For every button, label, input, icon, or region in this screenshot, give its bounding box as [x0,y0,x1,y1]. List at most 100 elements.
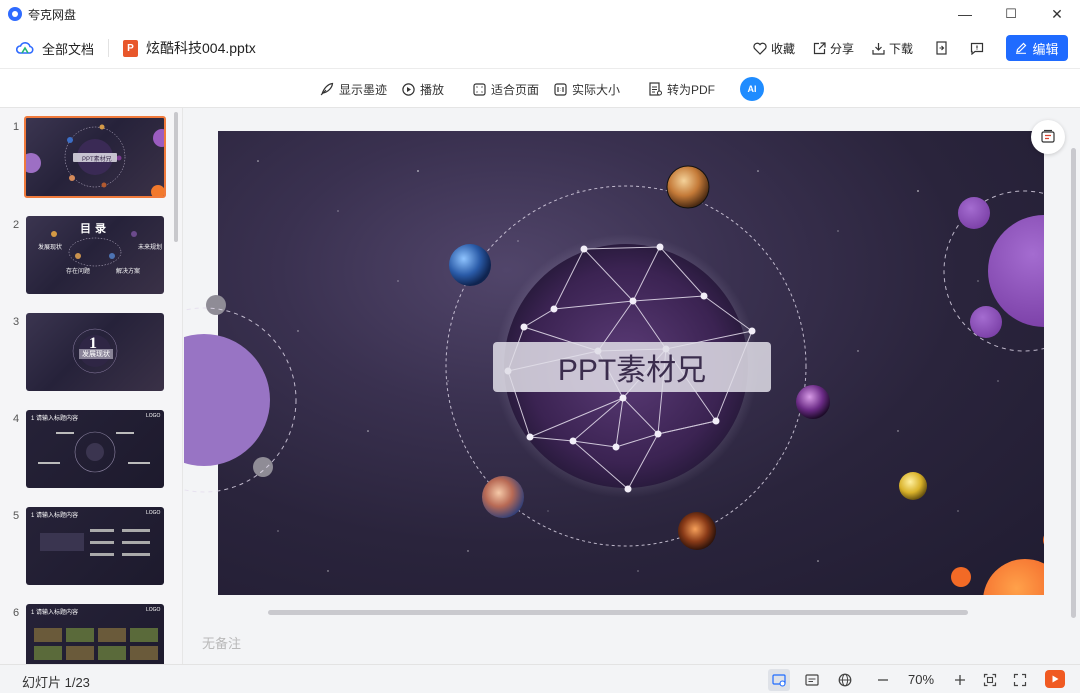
normal-view-button[interactable] [768,669,790,691]
file-name: 炫酷科技004.pptx [146,40,256,56]
thumbnail-preview[interactable]: 1 发展现状 [26,313,164,391]
status-bar: 幻灯片 1/23 70% [0,664,1080,693]
view-toolbar: 显示墨迹 播放 适合页面 实际大小 转为PDF AI [0,68,1080,108]
notes-icon [805,674,819,686]
thumbnail-preview[interactable]: 1 请输入标题内容 LOGO [26,604,164,664]
play-circle-icon [402,82,415,96]
quill-icon [320,82,334,96]
thumbnail-preview[interactable]: 1 请输入标题内容 LOGO [26,410,164,488]
thumbnail-number: 4 [13,413,20,425]
planet-purple [796,385,830,419]
fit-window-icon [983,673,997,687]
slide-left-planet [184,307,297,493]
thumbnail-slide-1[interactable]: 1 PPT素材兄 [0,116,175,202]
thumbnail-slide-5[interactable]: 5 1 请输入标题内容 LOGO [0,507,175,591]
thumbnail-number: 3 [13,316,20,328]
slide-tools-button[interactable] [1031,120,1065,154]
all-docs-link[interactable]: 全部文档 [42,39,94,58]
minimize-button[interactable]: — [942,0,988,28]
feedback-button[interactable] [970,42,984,55]
fit-page-button[interactable]: 适合页面 [473,69,539,109]
planet-orange [983,559,1044,595]
slide-viewer: PPT素材兄 无备注 [184,108,1080,664]
favorite-button[interactable]: 收藏 [753,40,795,57]
horizontal-scrollbar[interactable] [268,610,968,615]
thumbnail-title: 1 请输入标题内容 [31,513,79,519]
favorite-label: 收藏 [770,41,795,56]
plus-icon [955,675,965,685]
thumbnail-slide-3[interactable]: 3 1 发展现状 [0,313,175,397]
thumbnail-preview[interactable]: PPT素材兄 [24,116,166,198]
vertical-scrollbar[interactable] [1071,148,1076,618]
thumbnail-preview[interactable]: 目录 发展现状 存在问题 解决方案 未来规划 [26,216,164,294]
edit-button[interactable]: 编辑 [1006,35,1068,61]
slide-thumbnails-panel: 1 PPT素材兄 2 目录 发展现状 存在问题 解决方案 未来规划 3 1 发展… [0,108,183,664]
quark-logo-icon [8,7,22,21]
share-button[interactable]: 分享 [813,40,854,57]
normal-view-icon [772,674,786,687]
planet-orange-small [1043,535,1044,545]
thumbnail-number: 1 [13,121,20,133]
thumbnail-number: 2 [13,219,20,231]
thumbnail-slide-6[interactable]: 6 1 请输入标题内容 LOGO [0,604,175,664]
thumbnail-title: PPT素材兄 [82,157,112,163]
current-slide[interactable]: PPT素材兄 [218,131,1044,595]
slide-counter: 幻灯片 1/23 [22,675,90,690]
slide-title: PPT素材兄 [493,342,771,392]
planet-violet-small [970,306,1002,338]
thumbnail-slide-2[interactable]: 2 目录 发展现状 存在问题 解决方案 未来规划 [0,216,175,300]
cloud-icon[interactable] [16,39,34,57]
ai-assistant-button[interactable]: AI [740,77,764,101]
actual-size-button[interactable]: 实际大小 [554,69,620,109]
globe-icon [838,673,852,687]
fit-page-label: 适合页面 [491,82,540,97]
agenda-item: 发展现状 [38,245,63,251]
slides-icon [1041,129,1055,143]
download-icon [872,42,885,55]
thumbnail-number: 5 [13,510,20,522]
notes-placeholder[interactable]: 无备注 [202,633,241,652]
ai-label: AI [747,84,757,94]
thumbnail-preview[interactable]: 1 请输入标题内容 LOGO [26,507,164,585]
zoom-in-button[interactable] [949,669,971,691]
share-icon [813,41,826,54]
maximize-button[interactable]: ☐ [988,0,1034,28]
thumbnail-title: 目录 [80,223,110,235]
planet-blue [449,244,491,286]
fit-page-icon [473,82,486,96]
planet-yellow [899,472,927,500]
fullscreen-icon [1013,673,1027,687]
zoom-level[interactable]: 70% [908,672,934,687]
minus-icon [878,679,888,681]
convert-pdf-button[interactable]: 转为PDF [649,69,715,109]
pdf-icon [649,82,662,96]
play-icon [1052,675,1059,683]
planet-fire [678,512,716,550]
fullscreen-button[interactable] [1009,669,1031,691]
fit-window-button[interactable] [979,669,1001,691]
agenda-item: 未来规划 [138,245,163,251]
agenda-item: 存在问题 [66,269,91,275]
thumbnail-title: 1 请输入标题内容 [31,610,79,616]
feedback-icon [970,42,984,55]
show-ink-button[interactable]: 显示墨迹 [320,69,387,109]
share-label: 分享 [829,41,854,56]
convert-pdf-label: 转为PDF [667,82,716,97]
export-button[interactable] [935,41,948,55]
thumbnail-slide-4[interactable]: 4 1 请输入标题内容 LOGO [0,410,175,494]
thumbnail-logo: LOGO [146,413,161,419]
ppt-file-icon: P [123,39,139,57]
web-view-button[interactable] [834,669,856,691]
section-subtitle: 发展现状 [79,349,113,359]
download-button[interactable]: 下载 [872,40,913,57]
agenda-item: 解决方案 [116,269,141,275]
play-button[interactable]: 播放 [402,69,444,109]
thumbnail-logo: LOGO [146,607,161,613]
zoom-out-button[interactable] [872,669,894,691]
slideshow-play-button[interactable] [1045,670,1065,688]
thumbnail-title: 1 请输入标题内容 [31,416,79,422]
notes-view-button[interactable] [801,669,823,691]
export-icon [936,41,947,55]
close-button[interactable]: ✕ [1034,0,1080,28]
heart-icon [753,42,767,55]
